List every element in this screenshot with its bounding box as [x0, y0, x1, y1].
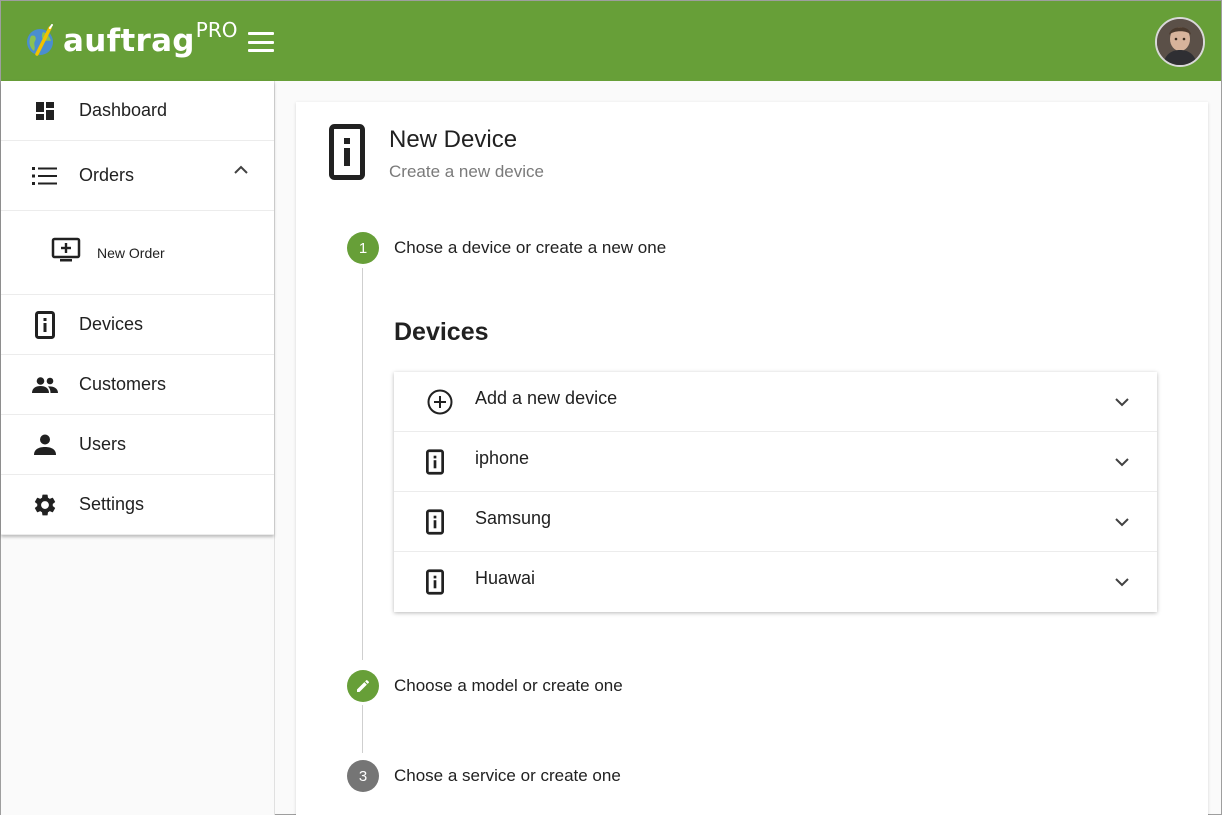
sidebar-nav: Dashboard Orders New Order Devices Custo… [1, 81, 274, 535]
chevron-down-icon[interactable] [1115, 518, 1129, 527]
edit-pencil-icon [357, 679, 370, 692]
panel-label: Samsung [475, 508, 552, 528]
user-avatar[interactable] [1155, 17, 1205, 67]
menu-bar [247, 40, 274, 44]
device-panel-list: Add a new device iphone Samsung Huawai [394, 372, 1157, 612]
sidebar-item-settings[interactable]: Settings [1, 475, 274, 535]
sidebar-item-orders[interactable]: Orders [1, 141, 274, 211]
device-info-icon [426, 567, 444, 597]
step-connector [362, 705, 363, 753]
chevron-down-icon[interactable] [1115, 398, 1129, 407]
sidebar-item-label: Users [79, 434, 127, 454]
device-info-icon [32, 310, 58, 339]
sidebar-subitem-label: New Order [97, 244, 165, 261]
chevron-up-icon[interactable] [234, 165, 248, 174]
devices-section-title: Devices [394, 318, 489, 346]
panel-label: Huawai [475, 568, 536, 588]
sidebar-item-devices[interactable]: Devices [1, 295, 274, 355]
main-card: New Device Create a new device 1 Chose a… [296, 102, 1208, 815]
app-logo[interactable]: auftrag PRO [23, 18, 238, 59]
sidebar-item-label: Settings [79, 494, 145, 514]
sidebar-item-users[interactable]: Users [1, 415, 274, 475]
step-1-indicator[interactable]: 1 [347, 232, 379, 264]
sidebar-item-label: Dashboard [79, 100, 168, 120]
menu-bar [247, 49, 274, 52]
menu-bar [247, 32, 274, 35]
step-number: 3 [358, 767, 368, 785]
step-number: 1 [358, 239, 368, 257]
logo-globe-icon [27, 24, 53, 56]
sidebar: Dashboard Orders New Order Devices Custo… [1, 81, 275, 815]
avatar-portrait-icon [1157, 19, 1203, 65]
gear-icon [32, 492, 58, 518]
step-connector [362, 268, 363, 660]
sidebar-item-label: Customers [79, 374, 167, 394]
step-3-label[interactable]: Chose a service or create one [394, 766, 621, 786]
logo-superscript: PRO [195, 18, 238, 42]
device-info-icon [426, 447, 444, 477]
device-info-icon [329, 124, 365, 180]
step-2-label[interactable]: Choose a model or create one [394, 676, 623, 696]
sidebar-item-dashboard[interactable]: Dashboard [1, 81, 274, 141]
step-3-indicator[interactable]: 3 [347, 760, 379, 792]
logo-text: auftrag [63, 22, 195, 59]
add-to-queue-icon [51, 235, 81, 265]
step-2-indicator[interactable] [347, 670, 379, 702]
top-app-bar: auftrag PRO [1, 1, 1221, 81]
page-title: New Device [389, 126, 518, 153]
person-icon [32, 432, 58, 458]
list-icon [32, 163, 58, 189]
panel-device-iphone[interactable]: iphone [394, 432, 1157, 492]
device-info-icon [426, 507, 444, 537]
sidebar-item-customers[interactable]: Customers [1, 355, 274, 415]
step-1-label[interactable]: Chose a device or create a new one [394, 238, 666, 258]
chevron-down-icon[interactable] [1115, 458, 1129, 467]
add-circle-icon [426, 387, 454, 417]
menu-toggle-button[interactable] [247, 32, 274, 52]
panel-device-samsung[interactable]: Samsung [394, 492, 1157, 552]
sidebar-item-new-order[interactable]: New Order [1, 211, 274, 295]
sidebar-item-label: Orders [79, 165, 135, 185]
panel-device-huawai[interactable]: Huawai [394, 552, 1157, 612]
people-icon [32, 372, 58, 398]
sidebar-item-label: Devices [79, 314, 144, 334]
panel-label: iphone [475, 448, 530, 468]
chevron-down-icon[interactable] [1115, 578, 1129, 587]
panel-label: Add a new device [475, 388, 618, 408]
page-subtitle: Create a new device [389, 162, 544, 181]
dashboard-icon [32, 98, 58, 124]
panel-add-new-device[interactable]: Add a new device [394, 372, 1157, 432]
